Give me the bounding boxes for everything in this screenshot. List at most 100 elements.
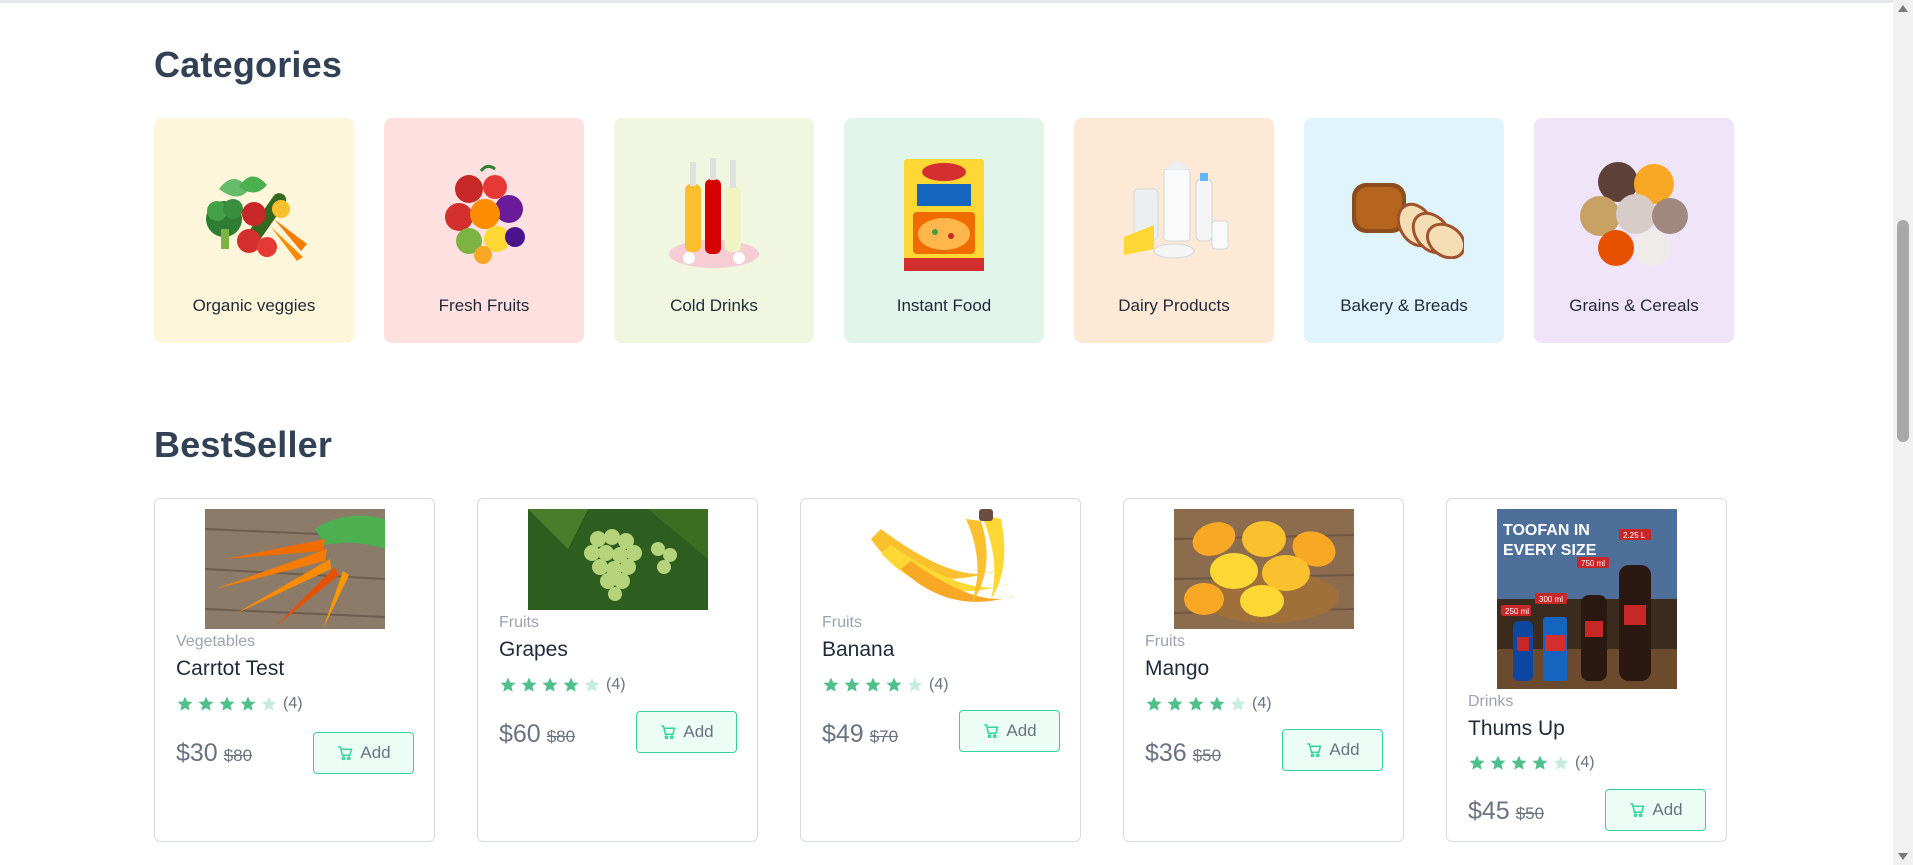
add-label: Add — [360, 743, 391, 762]
star-icon — [1532, 755, 1548, 770]
vegetables-image — [189, 154, 319, 274]
product-card[interactable]: Fruits Grapes (4) $60 $80 Add — [477, 498, 758, 842]
star-icon — [865, 677, 881, 692]
star-icon — [584, 677, 600, 692]
current-price: $49 — [822, 720, 864, 748]
original-price: $80 — [546, 727, 576, 746]
bakery-image — [1339, 154, 1469, 274]
category-label: Dairy Products — [1118, 296, 1230, 315]
star-icon — [1511, 755, 1527, 770]
product-category: Drinks — [1468, 693, 1514, 710]
categories-title: Categories — [154, 44, 343, 85]
scroll-down-arrow-icon[interactable] — [1898, 853, 1908, 860]
thums-up-slogan-1: TOOFAN IN — [1503, 522, 1590, 539]
category-label: Fresh Fruits — [438, 296, 530, 315]
star-icon — [1146, 696, 1162, 711]
product-price: $45 $50 — [1468, 797, 1544, 826]
star-icon — [521, 677, 537, 692]
product-name: Banana — [822, 638, 895, 661]
product-rating: (4) — [1145, 695, 1272, 713]
vertical-scrollbar[interactable] — [1893, 0, 1913, 865]
add-to-cart-button[interactable]: Add — [313, 732, 414, 774]
category-organic-veggies[interactable]: Organic veggies — [154, 118, 354, 343]
original-price: $50 — [1515, 804, 1545, 823]
category-label: Bakery & Breads — [1340, 296, 1468, 315]
star-icon — [886, 677, 902, 692]
thums-up-size-750: 750 ml — [1581, 559, 1605, 568]
product-card[interactable]: Fruits Mango (4) $36 $50 Add — [1123, 498, 1404, 842]
bestseller-title: BestSeller — [154, 424, 333, 465]
star-icon — [1469, 755, 1485, 770]
product-rating: (4) — [499, 676, 626, 694]
category-cold-drinks[interactable]: Cold Drinks — [614, 118, 814, 343]
cart-icon — [338, 746, 353, 761]
product-category: Fruits — [822, 614, 862, 631]
category-fresh-fruits[interactable]: Fresh Fruits — [384, 118, 584, 343]
star-icon — [177, 696, 193, 711]
original-price: $70 — [869, 727, 899, 746]
product-price: $49 $70 — [822, 720, 898, 749]
add-to-cart-button[interactable]: Add — [1282, 729, 1383, 771]
category-bakery-breads[interactable]: Bakery & Breads — [1304, 118, 1504, 343]
category-label: Instant Food — [896, 296, 992, 315]
add-to-cart-button[interactable]: Add — [636, 711, 737, 753]
star-icon — [823, 677, 839, 692]
category-dairy-products[interactable]: Dairy Products — [1074, 118, 1274, 343]
product-category: Fruits — [499, 614, 539, 631]
cart-icon — [661, 725, 676, 740]
current-price: $60 — [499, 720, 541, 748]
add-to-cart-button[interactable]: Add — [959, 710, 1060, 752]
current-price: $36 — [1145, 739, 1187, 767]
star-icon — [1188, 696, 1204, 711]
product-name: Carrtot Test — [176, 657, 285, 680]
star-icon — [240, 696, 256, 711]
star-icon — [1167, 696, 1183, 711]
add-label: Add — [1329, 740, 1360, 759]
rating-count: (4) — [283, 695, 303, 712]
cart-icon — [1307, 743, 1322, 758]
rating-count: (4) — [1575, 754, 1595, 771]
star-icon — [563, 677, 579, 692]
star-icon — [1553, 755, 1569, 770]
star-icon — [907, 677, 923, 692]
product-name: Grapes — [499, 638, 568, 661]
grapes-image — [527, 509, 708, 610]
instant-food-image — [879, 154, 1009, 274]
category-instant-food[interactable]: Instant Food — [844, 118, 1044, 343]
current-price: $30 — [176, 739, 218, 767]
top-border — [0, 0, 1893, 3]
star-icon — [1230, 696, 1246, 711]
product-rating: (4) — [1468, 754, 1595, 772]
star-icon — [500, 677, 516, 692]
star-icon — [542, 677, 558, 692]
scroll-up-arrow-icon[interactable] — [1898, 5, 1908, 12]
grains-image — [1569, 154, 1699, 274]
category-label: Organic veggies — [192, 296, 316, 315]
cold-drinks-image — [649, 154, 779, 274]
star-icon — [219, 696, 235, 711]
category-grains-cereals[interactable]: Grains & Cereals — [1534, 118, 1734, 343]
scroll-thumb[interactable] — [1897, 220, 1909, 442]
original-price: $50 — [1192, 746, 1222, 765]
original-price: $80 — [223, 746, 253, 765]
product-price: $60 $80 — [499, 720, 575, 749]
star-icon — [844, 677, 860, 692]
category-label: Cold Drinks — [670, 296, 758, 315]
product-category: Vegetables — [176, 633, 256, 650]
product-rating: (4) — [822, 676, 949, 694]
thums-up-size-2250: 2.25 L — [1623, 531, 1646, 540]
star-icon — [198, 696, 214, 711]
product-card[interactable]: Fruits Banana (4) $49 $70 Add — [800, 498, 1081, 842]
add-to-cart-button[interactable]: Add — [1605, 789, 1706, 831]
star-icon — [1490, 755, 1506, 770]
star-icon — [261, 696, 277, 711]
categories-list: Organic veggies Fresh Fruits Cold Drinks… — [154, 118, 1734, 343]
category-label: Grains & Cereals — [1569, 296, 1699, 315]
product-category: Fruits — [1145, 633, 1185, 650]
product-card[interactable]: TOOFAN IN EVERY SIZE 250 ml 300 ml 750 m… — [1446, 498, 1727, 842]
add-label: Add — [1652, 800, 1683, 819]
product-card[interactable]: Vegetables Carrtot Test (4) $30 $80 Add — [154, 498, 435, 842]
thums-up-image: TOOFAN IN EVERY SIZE 250 ml 300 ml 750 m… — [1496, 509, 1677, 689]
add-label: Add — [1006, 721, 1037, 740]
product-price: $30 $80 — [176, 739, 252, 768]
